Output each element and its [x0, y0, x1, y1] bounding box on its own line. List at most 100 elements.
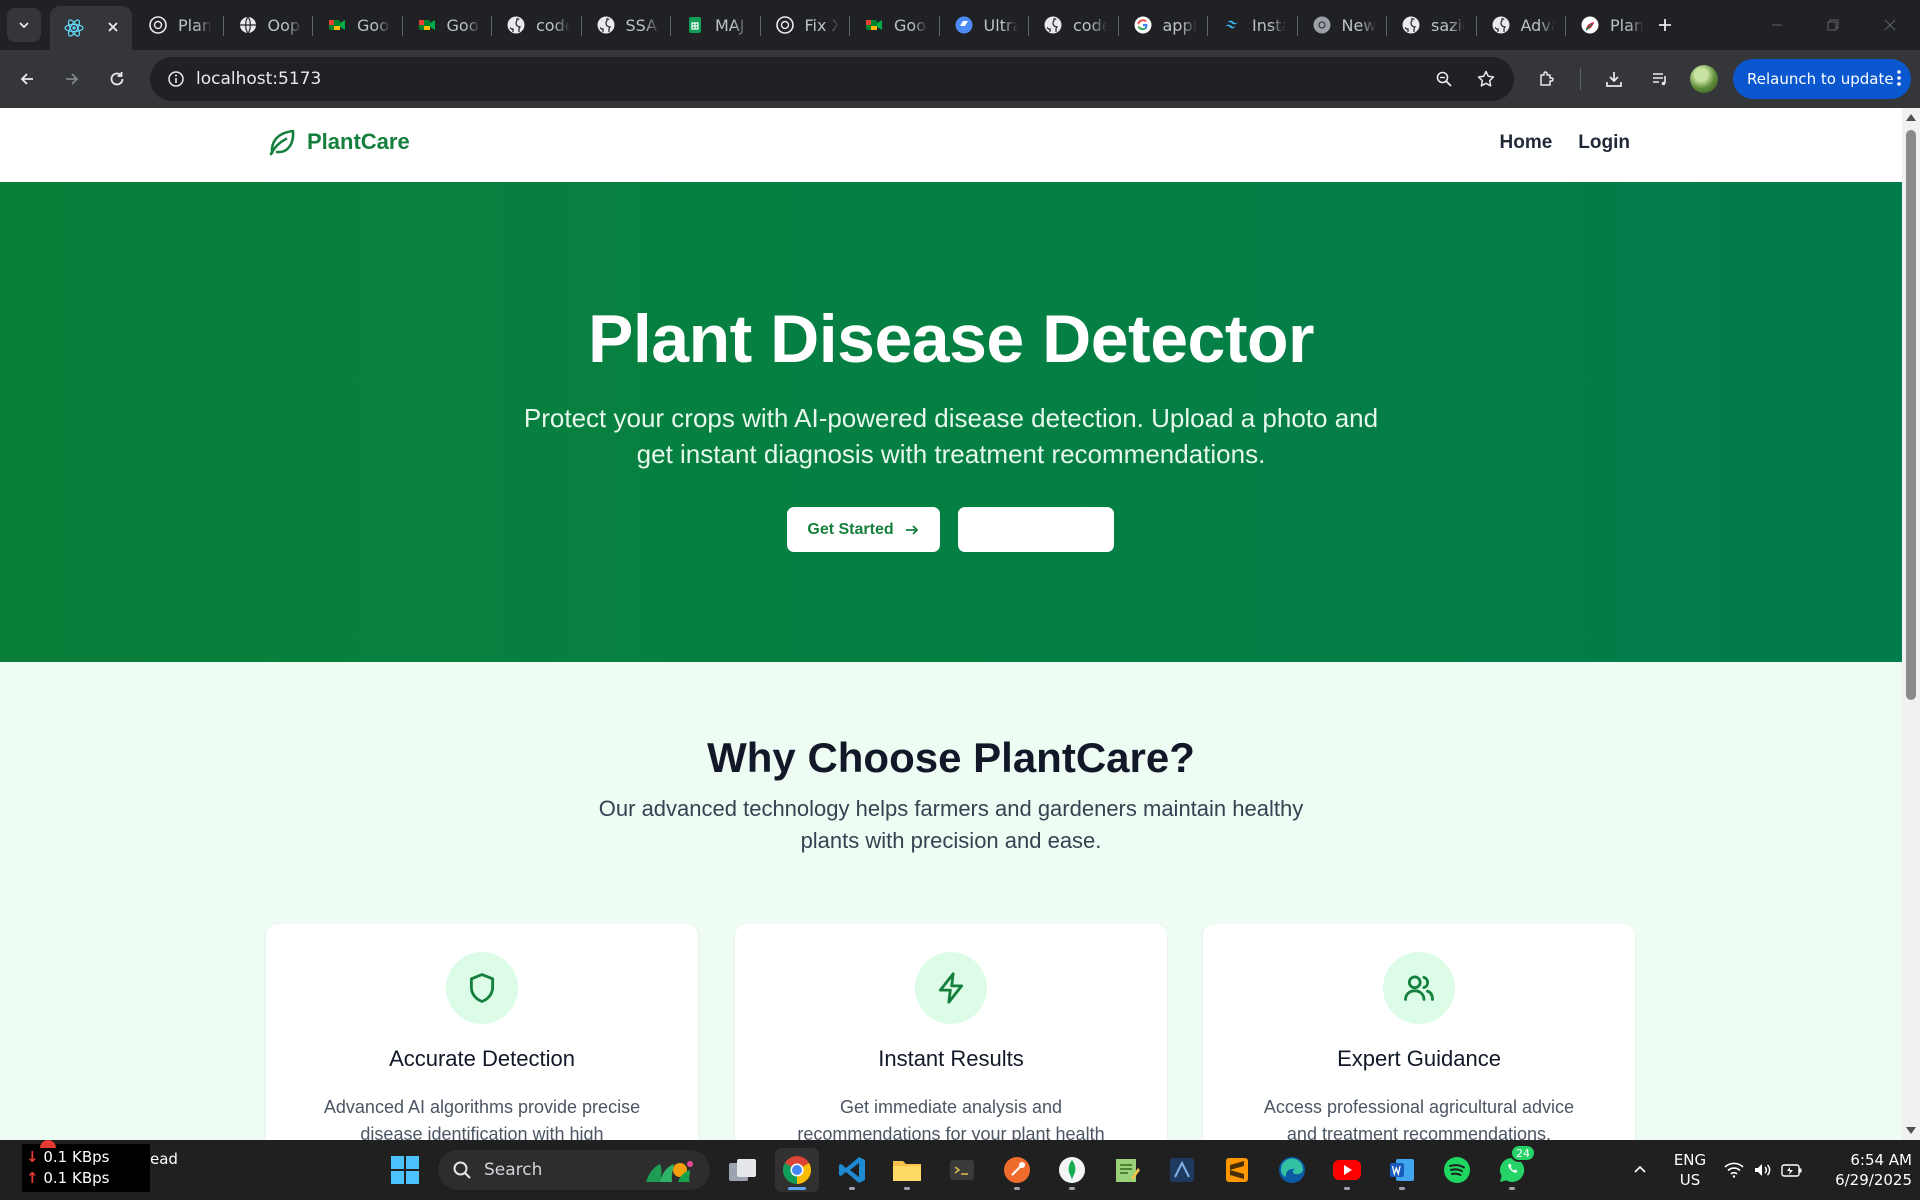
browser-tab[interactable]: Oop [224, 6, 314, 44]
maximize-button[interactable] [1813, 10, 1853, 40]
page-viewport: PlantCare Home Login Plant Disease Detec… [0, 108, 1902, 1140]
browser-tab[interactable]: SSA [582, 6, 672, 44]
windows-taskbar: ↓ 0.1 KBps ↑ 0.1 KBps ead Search 24 ENG … [0, 1140, 1920, 1200]
scroll-down-arrow[interactable] [1906, 1127, 1916, 1134]
tray-overflow-button[interactable] [1618, 1148, 1662, 1192]
browser-tab[interactable]: appl [1119, 6, 1209, 44]
scrollbar-thumb[interactable] [1906, 130, 1916, 700]
lightning-icon [938, 972, 964, 1004]
net-upload-speed: 0.1 KBps [43, 1169, 110, 1187]
reload-button[interactable] [101, 63, 133, 95]
extensions-puzzle-icon[interactable] [1531, 63, 1563, 95]
browser-tab[interactable]: Insta [1208, 6, 1298, 44]
word-icon [1390, 1159, 1414, 1181]
browser-tab[interactable]: Goo [403, 6, 493, 44]
wifi-status[interactable] [1722, 1148, 1746, 1192]
google-meet-icon [417, 15, 437, 35]
tab-close-icon[interactable] [106, 19, 120, 38]
spotify-icon [1444, 1157, 1470, 1183]
whatsapp-app[interactable]: 24 [1490, 1144, 1536, 1192]
youtube-app[interactable] [1325, 1148, 1369, 1192]
relaunch-update-button[interactable]: Relaunch to update [1733, 59, 1911, 99]
mongodb-compass-app[interactable] [1050, 1148, 1094, 1192]
net-download-speed: 0.1 KBps [43, 1148, 110, 1166]
tab-title: Insta [1252, 15, 1286, 35]
tab-react-app[interactable] [50, 6, 132, 50]
zoom-icon[interactable] [1430, 65, 1458, 93]
chevron-down-icon [19, 22, 29, 29]
sublime-text-app[interactable] [1215, 1148, 1259, 1192]
page-scrollbar[interactable] [1902, 108, 1920, 1140]
close-window-button[interactable] [1870, 10, 1910, 40]
windows-logo-icon [391, 1156, 419, 1184]
site-info-icon[interactable] [160, 63, 192, 95]
browser-tab[interactable]: Ultra [940, 6, 1030, 44]
secondary-cta-button[interactable] [958, 507, 1114, 552]
screen-tool-app[interactable] [1160, 1148, 1204, 1192]
chrome-app[interactable] [775, 1148, 819, 1192]
google-meet-icon [327, 15, 347, 35]
get-started-button[interactable]: Get Started [787, 507, 940, 552]
speaker-icon [1755, 1164, 1771, 1176]
minimize-button[interactable] [1757, 10, 1797, 40]
browser-tab[interactable]: Goo [313, 6, 403, 44]
spotify-app[interactable] [1435, 1148, 1479, 1192]
mongodb-icon [1059, 1157, 1085, 1183]
volume-status[interactable] [1751, 1148, 1775, 1192]
address-bar[interactable]: localhost:5173 [150, 57, 1514, 101]
github-icon [506, 15, 526, 35]
chevron-up-icon [1634, 1165, 1646, 1173]
vscode-app[interactable] [830, 1148, 874, 1192]
tab-search-button[interactable] [7, 8, 41, 42]
system-clock[interactable]: 6:54 AM 6/29/2025 [1828, 1150, 1912, 1190]
search-icon [453, 1161, 471, 1179]
minimize-icon [1772, 24, 1782, 26]
back-button[interactable] [11, 63, 43, 95]
browser-tab[interactable]: Plan [1566, 6, 1656, 44]
forward-button[interactable] [56, 63, 88, 95]
media-controls-icon[interactable] [1644, 63, 1676, 95]
postman-app[interactable] [995, 1148, 1039, 1192]
battery-charging-icon [1781, 1164, 1802, 1177]
browser-tab[interactable]: Plant [134, 6, 224, 44]
github-icon [1491, 15, 1511, 35]
vscode-icon [839, 1157, 865, 1183]
browser-tab[interactable]: Fix X [761, 6, 851, 44]
browser-tab[interactable]: code [492, 6, 582, 44]
taskbar-search-box[interactable]: Search [438, 1150, 710, 1190]
task-view-app[interactable] [721, 1148, 765, 1192]
feature-title: Instant Results [878, 1046, 1024, 1071]
browser-tab[interactable]: New [1298, 6, 1388, 44]
edge-app[interactable] [1270, 1148, 1314, 1192]
features-section: Why Choose PlantCare? Our advanced techn… [0, 662, 1902, 1140]
clock-time: 6:54 AM [1850, 1151, 1912, 1169]
downloads-icon[interactable] [1598, 63, 1630, 95]
arrow-right-icon [66, 73, 79, 85]
profile-avatar[interactable] [1690, 65, 1718, 93]
search-highlight-icon [642, 1156, 698, 1189]
nav-home-link[interactable]: Home [1500, 132, 1553, 154]
browser-tab[interactable]: Goo [850, 6, 940, 44]
battery-status[interactable] [1780, 1148, 1804, 1192]
tab-title: Goo [446, 15, 479, 35]
bookmark-star-icon[interactable] [1472, 65, 1500, 93]
browser-tab[interactable]: code [1029, 6, 1119, 44]
url-text[interactable]: localhost:5173 [196, 69, 321, 89]
scroll-up-arrow[interactable] [1906, 114, 1916, 121]
browser-tab[interactable]: Adva [1477, 6, 1567, 44]
features-heading: Why Choose PlantCare? [707, 734, 1195, 781]
browser-tab[interactable]: sazic [1387, 6, 1477, 44]
word-app[interactable] [1380, 1148, 1424, 1192]
new-tab-button[interactable] [1650, 10, 1680, 40]
tab-title: Oop [267, 15, 301, 35]
start-button[interactable] [383, 1148, 427, 1192]
up-arrow-icon: ↑ [26, 1169, 39, 1187]
notepad-app[interactable] [1105, 1148, 1149, 1192]
terminal-app[interactable] [940, 1148, 984, 1192]
feature-title: Expert Guidance [1337, 1046, 1501, 1071]
nav-login-link[interactable]: Login [1578, 132, 1630, 154]
browser-tab[interactable]: MAJ [671, 6, 761, 44]
input-language-indicator[interactable]: ENG US [1672, 1150, 1708, 1190]
brand-logo[interactable]: PlantCare [266, 126, 410, 158]
file-explorer-app[interactable] [885, 1148, 929, 1192]
